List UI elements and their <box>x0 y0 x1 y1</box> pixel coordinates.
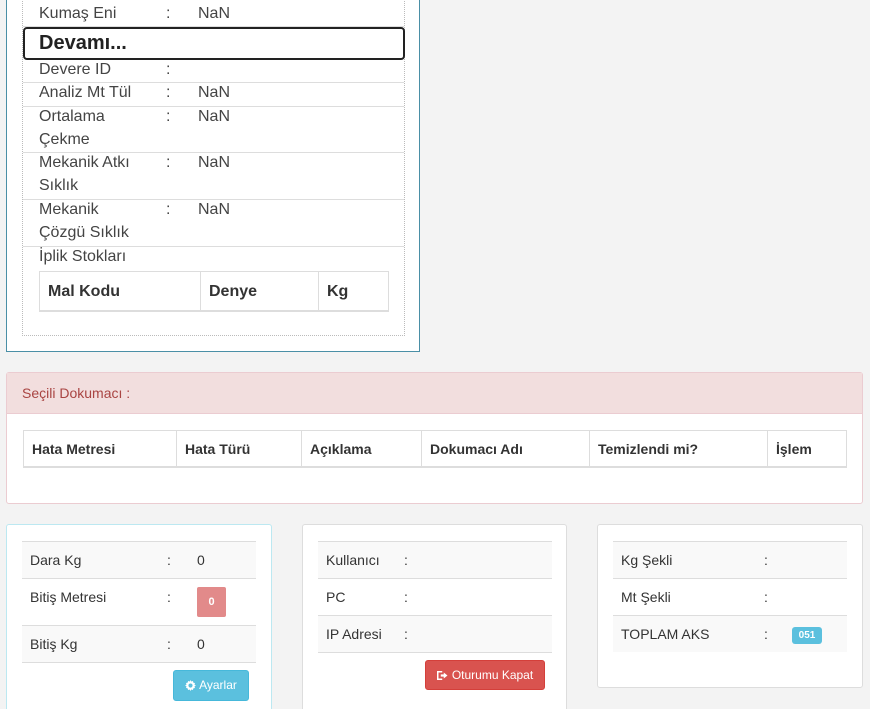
separator: : <box>166 84 171 101</box>
separator: : <box>166 154 171 171</box>
analiz-mt-tul-value: NaN <box>198 84 231 101</box>
mekanik-atki-label-2: Sıklık <box>39 177 79 194</box>
row-mt-sekli: Mt Şekli : <box>613 578 847 615</box>
hata-table: Hata Metresi Hata Türü Açıklama Dokumacı… <box>23 430 847 468</box>
separator: : <box>167 636 171 652</box>
dokumaci-panel-title: Seçili Dokumacı : <box>7 373 862 414</box>
row-mekanik-cozgu: Mekanik Çözgü Sıklık : NaN <box>23 200 404 247</box>
divider <box>318 652 552 653</box>
bitis-metresi-badge: 0 <box>197 587 226 617</box>
dokumaci-panel: Seçili Dokumacı : Hata Metresi Hata Türü… <box>6 372 863 504</box>
kg-sekli-label: Kg Şekli <box>621 552 673 568</box>
row-ip-adresi: IP Adresi : <box>318 615 552 652</box>
stock-table: Mal Kodu Denye Kg <box>39 271 389 312</box>
row-pc: PC : <box>318 578 552 615</box>
bitis-metresi-label: Bitiş Metresi <box>30 589 107 605</box>
row-devere-id: Devere ID : <box>23 60 404 83</box>
row-kg-sekli: Kg Şekli : <box>613 541 847 578</box>
mt-sekli-label: Mt Şekli <box>621 589 671 605</box>
ortalama-cekme-value: NaN <box>198 108 231 125</box>
devere-id-label: Devere ID <box>39 61 112 78</box>
detail-panel: Kumaş Eni : NaN Devamı... Devere ID : An… <box>6 0 420 352</box>
separator: : <box>404 626 408 642</box>
kumas-eni-value: NaN <box>198 5 231 22</box>
bitis-kg-value: 0 <box>197 636 205 652</box>
separator: : <box>166 108 171 125</box>
settings-button-label: Ayarlar <box>199 678 237 692</box>
mekanik-atki-label-1: Mekanik Atkı <box>39 154 130 171</box>
logout-button-label: Oturumu Kapat <box>451 668 534 682</box>
col-header-dokumaci-adi[interactable]: Dokumacı Adı <box>422 431 590 467</box>
row-bitis-kg: Bitiş Kg : 0 <box>22 625 256 662</box>
row-toplam-aks: TOPLAM AKS : 051 <box>613 615 847 652</box>
ortalama-cekme-label-1: Ortalama <box>39 108 105 125</box>
sign-out-icon <box>436 671 448 680</box>
toplam-aks-label: TOPLAM AKS <box>621 626 710 642</box>
col-header-hata-turu[interactable]: Hata Türü <box>177 431 302 467</box>
mekanik-cozgu-label-1: Mekanik <box>39 201 99 218</box>
row-ortalama-cekme: Ortalama Çekme : NaN <box>23 107 404 153</box>
iplik-stoklari-label: İplik Stokları <box>39 248 127 265</box>
ortalama-cekme-label-2: Çekme <box>39 131 90 148</box>
dara-kg-value: 0 <box>197 552 205 568</box>
row-mekanik-atki: Mekanik Atkı Sıklık : NaN <box>23 153 404 200</box>
kumas-eni-label: Kumaş Eni <box>39 5 117 22</box>
ip-adresi-label: IP Adresi <box>326 626 382 642</box>
dara-kg-label: Dara Kg <box>30 552 82 568</box>
col-header-mal-kodu[interactable]: Mal Kodu <box>40 272 201 311</box>
pc-label: PC <box>326 589 346 605</box>
col-header-hata-metresi[interactable]: Hata Metresi <box>24 431 177 467</box>
mekanik-cozgu-label-2: Çözgü Sıklık <box>39 224 129 241</box>
mekanik-cozgu-value: NaN <box>198 201 231 218</box>
separator: : <box>404 589 408 605</box>
divider <box>22 662 256 663</box>
user-panel: Kullanıcı : PC : IP Adresi : Oturumu Kap… <box>302 524 567 709</box>
col-header-temizlendi[interactable]: Temizlendi mi? <box>590 431 768 467</box>
separator: : <box>764 552 768 568</box>
separator: : <box>166 5 171 22</box>
toplam-aks-badge: 051 <box>792 627 822 644</box>
separator: : <box>167 552 171 568</box>
weights-panel: Dara Kg : 0 Bitiş Metresi : 0 Bitiş Kg :… <box>6 524 272 709</box>
col-header-aciklama[interactable]: Açıklama <box>302 431 422 467</box>
col-header-kg[interactable]: Kg <box>319 272 388 311</box>
settings-button[interactable]: Ayarlar <box>173 670 249 701</box>
row-bitis-metresi: Bitiş Metresi : 0 <box>22 578 256 625</box>
kullanici-label: Kullanıcı <box>326 552 380 568</box>
gear-icon <box>185 680 197 691</box>
analiz-mt-tul-label: Analiz Mt Tül <box>39 84 132 101</box>
row-analiz-mt-tul: Analiz Mt Tül : NaN <box>23 83 404 107</box>
separator: : <box>167 589 171 605</box>
separator: : <box>764 626 768 642</box>
col-header-denye[interactable]: Denye <box>201 272 319 311</box>
mekanik-atki-value: NaN <box>198 154 231 171</box>
logout-button[interactable]: Oturumu Kapat <box>425 660 545 690</box>
separator: : <box>166 61 171 78</box>
separator: : <box>166 201 171 218</box>
row-dara-kg: Dara Kg : 0 <box>22 541 256 578</box>
devami-button[interactable]: Devamı... <box>23 27 405 60</box>
row-kullanici: Kullanıcı : <box>318 541 552 578</box>
shape-panel: Kg Şekli : Mt Şekli : TOPLAM AKS : 051 <box>597 524 863 688</box>
col-header-islem[interactable]: İşlem <box>768 431 846 467</box>
separator: : <box>404 552 408 568</box>
detail-list: Kumaş Eni : NaN Devamı... Devere ID : An… <box>22 0 405 336</box>
separator: : <box>764 589 768 605</box>
row-kumas-eni: Kumaş Eni : NaN <box>23 0 404 27</box>
bitis-kg-label: Bitiş Kg <box>30 636 78 652</box>
